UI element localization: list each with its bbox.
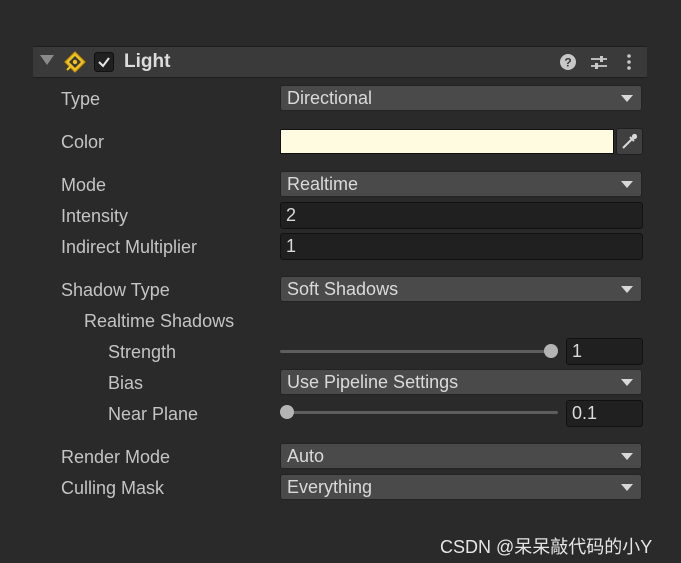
bias-label: Bias: [108, 373, 144, 393]
mode-dropdown[interactable]: Realtime: [280, 171, 642, 197]
foldout-arrow-icon[interactable]: [40, 55, 54, 65]
color-label: Color: [61, 132, 105, 152]
type-label: Type: [61, 89, 101, 109]
eyedropper-button[interactable]: [616, 128, 643, 155]
chevron-down-icon: [621, 379, 633, 386]
strength-value: 1: [572, 341, 583, 361]
type-dropdown[interactable]: Directional: [280, 85, 642, 111]
watermark-text: CSDN @呆呆敲代码的小Y: [440, 537, 653, 557]
bias-dropdown[interactable]: Use Pipeline Settings: [280, 369, 642, 395]
near-plane-label: Near Plane: [108, 404, 199, 424]
near-plane-slider-thumb[interactable]: [280, 405, 294, 419]
checkmark-icon: [98, 57, 110, 68]
chevron-down-icon: [621, 286, 633, 293]
color-swatch[interactable]: [280, 129, 614, 154]
eyedropper-icon: [622, 133, 638, 149]
mode-label: Mode: [61, 175, 107, 195]
near-plane-field[interactable]: 0.1: [566, 400, 643, 427]
culling-mask-value: Everything: [287, 477, 373, 497]
chevron-down-icon: [621, 181, 633, 188]
realtime-shadows-label: Realtime Shadows: [84, 311, 235, 331]
near-plane-slider-track[interactable]: [280, 411, 558, 414]
strength-field[interactable]: 1: [566, 338, 643, 365]
intensity-field[interactable]: 2: [280, 202, 643, 229]
render-mode-dropdown[interactable]: Auto: [280, 443, 642, 469]
shadow-type-value: Soft Shadows: [287, 279, 399, 299]
chevron-down-icon: [621, 453, 633, 460]
help-icon[interactable]: ?: [557, 51, 579, 73]
shadow-type-dropdown[interactable]: Soft Shadows: [280, 276, 642, 302]
strength-slider-track[interactable]: [280, 350, 552, 353]
intensity-label: Intensity: [61, 206, 129, 226]
light-component-icon: [64, 51, 86, 73]
kebab-menu-icon[interactable]: [618, 51, 640, 73]
enable-checkbox[interactable]: [94, 52, 114, 72]
component-title: Light: [124, 51, 171, 72]
mode-value: Realtime: [287, 174, 359, 194]
intensity-value: 2: [286, 205, 297, 225]
strength-label: Strength: [108, 342, 177, 362]
render-mode-value: Auto: [287, 446, 325, 466]
indirect-multiplier-field[interactable]: 1: [280, 233, 643, 260]
chevron-down-icon: [621, 95, 633, 102]
indirect-multiplier-value: 1: [286, 236, 297, 256]
svg-text:?: ?: [564, 56, 571, 70]
strength-slider-thumb[interactable]: [544, 344, 558, 358]
shadow-type-label: Shadow Type: [61, 280, 170, 300]
culling-mask-dropdown[interactable]: Everything: [280, 474, 642, 500]
chevron-down-icon: [621, 484, 633, 491]
render-mode-label: Render Mode: [61, 447, 171, 467]
culling-mask-label: Culling Mask: [61, 478, 165, 498]
indirect-multiplier-label: Indirect Multiplier: [61, 237, 198, 257]
bias-value: Use Pipeline Settings: [287, 372, 459, 392]
preset-sliders-icon[interactable]: [588, 51, 610, 73]
near-plane-value: 0.1: [572, 403, 598, 423]
type-value: Directional: [287, 88, 373, 108]
